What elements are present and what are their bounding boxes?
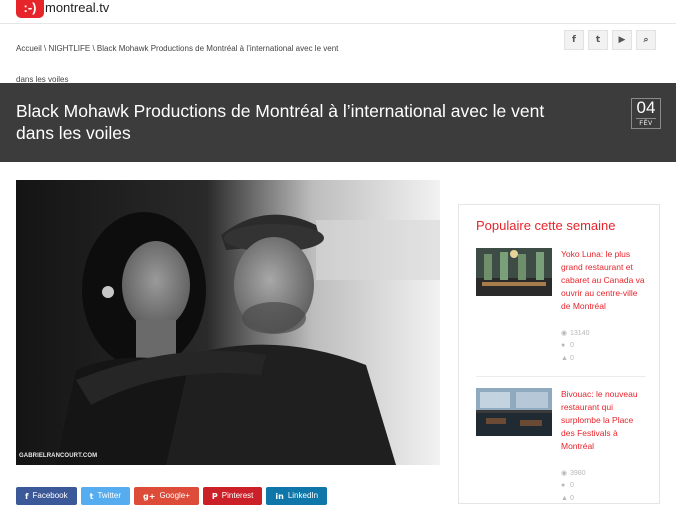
share-linkedin-button[interactable]: in LinkedIn (266, 487, 328, 505)
google-plus-icon: g+ (143, 491, 156, 501)
article-title-band: Black Mohawk Productions de Montréal à l… (0, 83, 676, 162)
share-label: Pinterest (221, 491, 254, 500)
divider (476, 376, 646, 377)
share-label: Twitter (97, 491, 122, 500)
share-buttons: f Facebook t Twitter g+ Google+ P Pinter… (16, 487, 328, 505)
share-google-plus-button[interactable]: g+ Google+ (134, 487, 199, 505)
breadcrumb-bar: Accueil \ NIGHTLIFE \ Black Mohawk Produ… (0, 25, 676, 84)
date-day: 04 (636, 98, 656, 117)
article-photo: GABRIELRANCOURT.COM (16, 180, 440, 465)
post-title-link[interactable]: Bivouac: le nouveau restaurant qui surpl… (561, 388, 647, 453)
post-thumbnail[interactable] (476, 388, 552, 436)
post-views: ◉ 3980 (561, 470, 586, 477)
facebook-icon[interactable]: f (564, 30, 584, 50)
date-badge: 04 FÉV (631, 98, 661, 129)
eye-icon: ◉ (561, 330, 568, 337)
post-comments: ● 0 (561, 342, 574, 349)
thumbs-up-icon: ▲ (561, 495, 568, 502)
popular-widget: Populaire cette semaine Yoko Luna: le pl… (458, 204, 660, 504)
photo-illustration (16, 180, 440, 465)
social-icons: f t ▶ ⌕ (564, 30, 656, 50)
comment-icon: ● (561, 482, 566, 489)
photo-credit: GABRIELRANCOURT.COM (19, 453, 98, 459)
post-views: ◉ 13140 (561, 330, 590, 337)
share-twitter-button[interactable]: t Twitter (80, 487, 131, 505)
share-label: LinkedIn (287, 491, 319, 500)
logo-text: montreal.tv (45, 0, 110, 15)
linkedin-icon: in (275, 491, 284, 501)
youtube-icon[interactable]: ▶ (612, 30, 632, 50)
date-month: FÉV (636, 118, 656, 128)
twitter-icon: t (89, 491, 94, 501)
widget-title: Populaire cette semaine (476, 218, 616, 233)
site-logo[interactable]: :-) montreal.tv (16, 0, 109, 18)
eye-icon: ◉ (561, 470, 568, 477)
share-facebook-button[interactable]: f Facebook (16, 487, 77, 505)
share-pinterest-button[interactable]: P Pinterest (202, 487, 263, 505)
logo-mark: :-) (16, 0, 44, 18)
post-title-link[interactable]: Yoko Luna: le plus grand restaurant et c… (561, 248, 647, 313)
site-header: :-) montreal.tv (0, 0, 676, 24)
comment-icon: ● (561, 342, 566, 349)
twitter-icon[interactable]: t (588, 30, 608, 50)
page-title: Black Mohawk Productions de Montréal à l… (16, 101, 545, 143)
thumbs-up-icon: ▲ (561, 355, 568, 362)
share-label: Facebook (32, 491, 68, 500)
pinterest-icon: P (211, 491, 218, 501)
share-label: Google+ (159, 491, 190, 500)
post-thumbnail[interactable] (476, 248, 552, 296)
post-likes: ▲ 0 (561, 495, 574, 502)
search-icon[interactable]: ⌕ (636, 30, 656, 50)
post-likes: ▲ 0 (561, 355, 574, 362)
post-comments: ● 0 (561, 482, 574, 489)
facebook-icon: f (25, 491, 29, 501)
